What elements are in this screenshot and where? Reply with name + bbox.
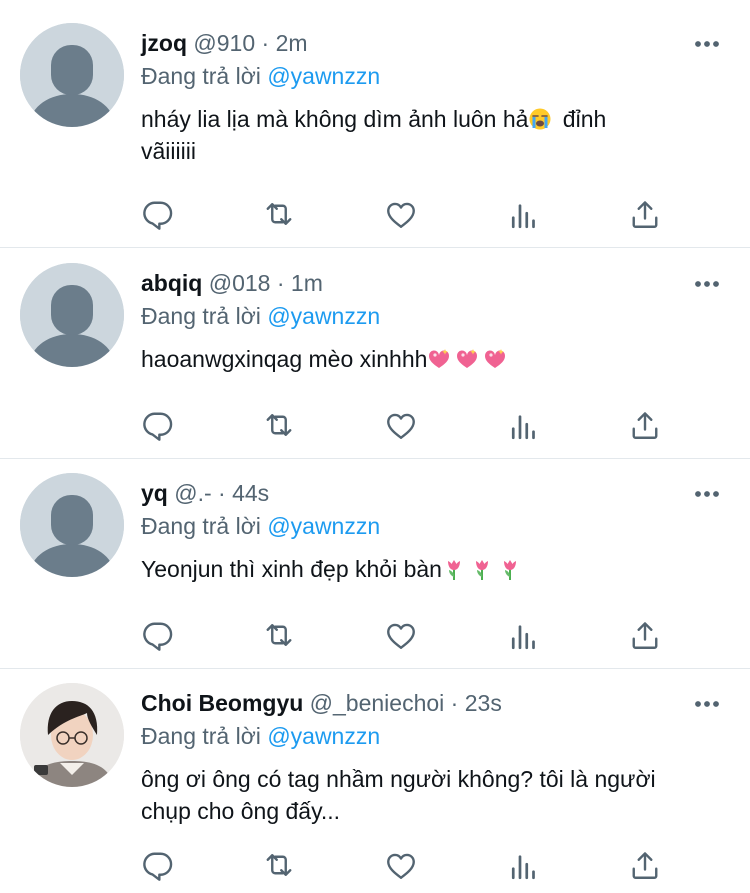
avatar[interactable] [20,683,124,787]
replying-to-prefix: Đang trả lời [141,63,261,89]
tweet-text-line: haoanwgxinqag mèo xinhhh [141,346,428,372]
tweet-text-line: ông ơi ông có tag nhầm người không? tôi … [141,766,656,792]
share-icon[interactable] [627,617,663,653]
replying-to: Đang trả lời @yawnzzn [141,511,710,541]
reply-tweet[interactable]: jzoq @910 · 2m Đang trả lời @yawnzzn nhá… [0,0,750,247]
action-bar [140,196,680,232]
avatar[interactable] [20,473,124,577]
like-icon[interactable] [383,407,419,443]
separator-dot: · [211,480,233,506]
tulip-emoji [442,557,466,581]
sparkling-heart-emoji [483,347,507,371]
separator-dot: · [255,30,276,56]
replying-to-prefix: Đang trả lời [141,513,261,539]
timestamp[interactable]: 44s [232,480,269,506]
display-name[interactable]: jzoq [141,30,187,56]
display-name[interactable]: Choi Beomgyu [141,690,303,716]
sparkling-heart-emoji [455,347,479,371]
default-avatar-icon [20,263,124,367]
retweet-icon[interactable] [261,847,297,883]
tulip-emoji [470,557,494,581]
loudly-crying-face-emoji [528,107,552,131]
reply-icon[interactable] [140,847,176,883]
retweet-icon[interactable] [261,196,297,232]
reply-icon[interactable] [140,617,176,653]
replying-to-prefix: Đang trả lời [141,723,261,749]
display-name[interactable]: abqiq [141,270,202,296]
replying-to-link[interactable]: @yawnzzn [267,303,380,329]
replying-to-link[interactable]: @yawnzzn [267,63,380,89]
profile-photo [20,683,124,787]
tweet-text-line: chụp cho ông đấy... [141,798,341,824]
more-options-icon[interactable] [694,700,720,708]
reply-icon[interactable] [140,196,176,232]
tweet-header: abqiq @018 · 1m [141,268,710,298]
like-icon[interactable] [383,196,419,232]
tweet-text-line: vãiiiiii [141,138,196,164]
tweet-header: jzoq @910 · 2m [141,28,710,58]
share-icon[interactable] [627,407,663,443]
action-bar [140,407,680,443]
tweet-text: Yeonjun thì xinh đẹp khỏi bàn [141,553,710,585]
reply-tweet[interactable]: yq @.- · 44s Đang trả lời @yawnzzn Yeonj… [0,450,750,668]
analytics-icon[interactable] [505,407,541,443]
reply-tweet[interactable]: abqiq @018 · 1m Đang trả lời @yawnzzn ha… [0,240,750,458]
more-options-icon[interactable] [694,40,720,48]
reply-tweet[interactable]: Choi Beomgyu @_beniechoi · 23s Đang trả … [0,660,750,893]
default-avatar-icon [20,473,124,577]
avatar[interactable] [20,23,124,127]
tweet-header: yq @.- · 44s [141,478,710,508]
sparkling-heart-emoji [427,347,451,371]
tweet-header: Choi Beomgyu @_beniechoi · 23s [141,688,710,718]
tweet-text-line: nháy lia lịa mà không dìm ảnh luôn hả [141,106,529,132]
analytics-icon[interactable] [505,617,541,653]
like-icon[interactable] [383,617,419,653]
replying-to-prefix: Đang trả lời [141,303,261,329]
tweet-text-line: đỉnh [556,106,607,132]
share-icon[interactable] [627,196,663,232]
timestamp[interactable]: 23s [465,690,502,716]
separator-dot: · [444,690,465,716]
user-handle[interactable]: @018 [209,270,271,296]
display-name[interactable]: yq [141,480,168,506]
default-avatar-icon [20,23,124,127]
action-bar [140,847,680,883]
replying-to-link[interactable]: @yawnzzn [267,723,380,749]
user-handle[interactable]: @_beniechoi [310,690,445,716]
retweet-icon[interactable] [261,407,297,443]
more-options-icon[interactable] [694,280,720,288]
tweet-text-line: Yeonjun thì xinh đẹp khỏi bàn [141,556,442,582]
reply-icon[interactable] [140,407,176,443]
share-icon[interactable] [627,847,663,883]
tweet-text: haoanwgxinqag mèo xinhhh [141,343,710,375]
action-bar [140,617,680,653]
replying-to: Đang trả lời @yawnzzn [141,721,710,751]
retweet-icon[interactable] [261,617,297,653]
timestamp[interactable]: 2m [276,30,308,56]
like-icon[interactable] [383,847,419,883]
tulip-emoji [498,557,522,581]
user-handle[interactable]: @.- [174,480,211,506]
timestamp[interactable]: 1m [291,270,323,296]
analytics-icon[interactable] [505,196,541,232]
analytics-icon[interactable] [505,847,541,883]
replying-to-link[interactable]: @yawnzzn [267,513,380,539]
replies-feed: jzoq @910 · 2m Đang trả lời @yawnzzn nhá… [0,0,750,893]
user-handle[interactable]: @910 [193,30,255,56]
tweet-text: ông ơi ông có tag nhầm người không? tôi … [141,763,710,827]
replying-to: Đang trả lời @yawnzzn [141,301,710,331]
avatar[interactable] [20,263,124,367]
more-options-icon[interactable] [694,490,720,498]
tweet-text: nháy lia lịa mà không dìm ảnh luôn hả đỉ… [141,103,710,167]
replying-to: Đang trả lời @yawnzzn [141,61,710,91]
separator-dot: · [270,270,291,296]
